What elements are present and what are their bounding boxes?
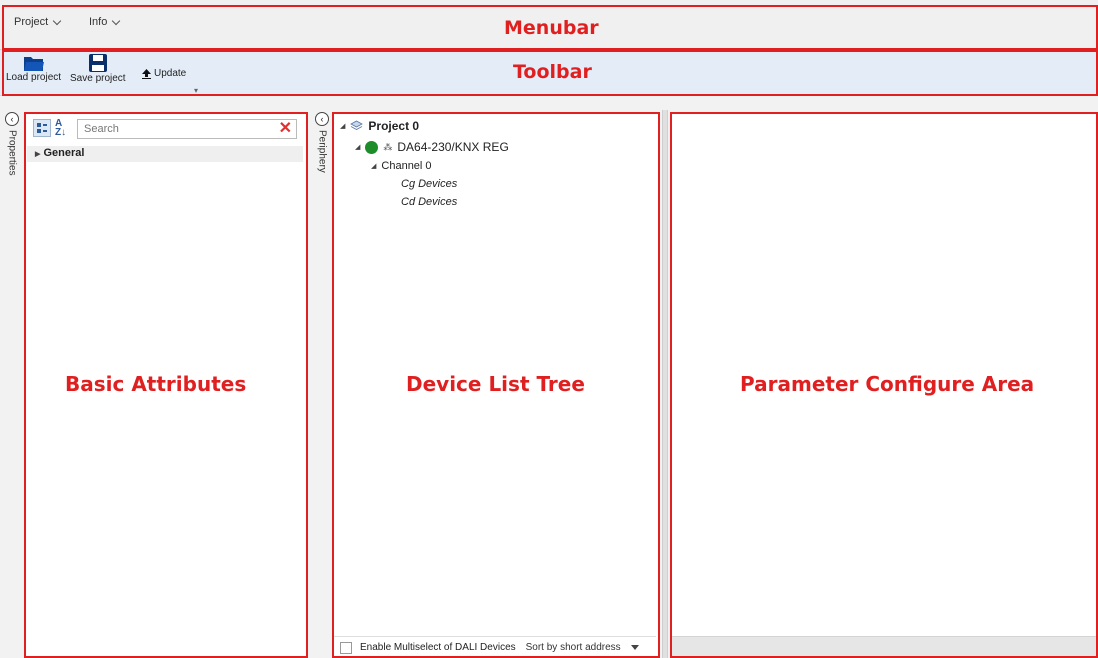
sort-select-value: Sort by short address [525,642,621,653]
clear-search-icon[interactable]: ✕ [279,118,292,138]
search-placeholder: Search [84,123,119,135]
load-project-label: Load project [6,72,62,83]
tree-node-project[interactable]: ◢ Project 0 [340,119,419,133]
update-button[interactable]: Update [142,68,186,79]
tree-footer: Enable Multiselect of DALI Devices Sort … [334,636,656,658]
menubar-annotation-label: Menubar [504,17,599,39]
collapse-arrow-icon[interactable]: ◢ [340,122,345,130]
expand-arrow-icon[interactable]: ▶ [35,151,40,158]
update-label: Update [154,68,187,79]
folder-open-icon [23,57,44,71]
toolbar-annotation-label: Toolbar [513,61,592,83]
tree-node-cg-devices[interactable]: Cg Devices [401,178,457,190]
dropdown-arrow-icon [630,645,639,650]
tree-node-device-label: DA64-230/KNX REG [397,140,509,154]
sort-select[interactable]: Sort by short address [526,642,639,653]
save-project-label: Save project [70,73,126,84]
tree-node-cd-devices[interactable]: Cd Devices [401,196,457,208]
parameter-area-annotation-label: Parameter Configure Area [740,372,1035,396]
menu-info[interactable]: Info [89,16,121,28]
multiselect-checkbox[interactable] [340,641,352,654]
menu-project[interactable]: Project [14,16,62,28]
tree-node-device[interactable]: ◢ ⁂ DA64-230/KNX REG [355,140,509,154]
panel-splitter[interactable] [662,110,668,658]
sort-alphabetical-icon[interactable]: A Z↓ [55,119,66,138]
collapse-arrow-icon[interactable]: ◢ [371,162,376,170]
properties-side-tab[interactable]: ‹ Properties [2,112,22,176]
chevron-down-icon [53,16,62,25]
tree-node-channel[interactable]: ◢ Channel 0 [371,160,432,172]
tree-node-cg-label: Cg Devices [401,178,458,190]
property-group-label: General [43,147,85,159]
properties-tab-label: Properties [6,130,18,176]
layers-icon [350,120,364,130]
multiselect-label: Enable Multiselect of DALI Devices [360,642,516,653]
parameter-area-footer [670,636,1098,658]
periphery-tab-label: Periphery [316,130,328,173]
collapse-left-icon[interactable]: ‹ [315,112,329,126]
tree-node-cd-label: Cd Devices [401,196,458,208]
categorized-view-icon[interactable] [33,119,51,137]
toolbar-overflow-icon[interactable]: ▾ [194,86,198,95]
properties-search-input[interactable]: Search ✕ [77,119,297,139]
save-project-button[interactable]: Save project [70,53,126,84]
load-project-button[interactable]: Load project [6,54,61,83]
collapse-left-icon[interactable]: ‹ [5,112,19,126]
collapse-arrow-icon[interactable]: ◢ [355,143,360,151]
periphery-side-tab[interactable]: ‹ Periphery [312,112,332,173]
status-online-icon [365,140,379,154]
tree-node-project-label: Project 0 [368,119,420,133]
device-link-icon: ⁂ [383,141,393,152]
menu-project-label: Project [14,16,49,28]
properties-toolbar: A Z↓ [33,119,66,138]
tree-node-channel-label: Channel 0 [381,160,432,172]
basic-attributes-annotation-label: Basic Attributes [65,372,247,396]
property-group-general[interactable]: ▶ General [27,146,303,162]
chevron-down-icon [112,16,121,25]
save-icon [88,54,107,72]
device-tree-annotation-label: Device List Tree [406,372,585,396]
menu-info-label: Info [89,16,108,28]
upload-icon [142,68,151,79]
